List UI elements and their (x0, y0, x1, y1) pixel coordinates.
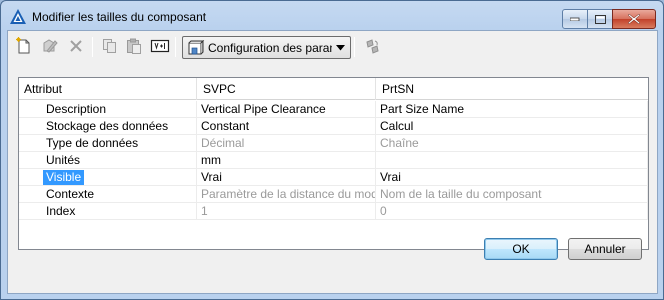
table-row[interactable]: Contexte Paramètre de la distance du mod… (19, 186, 648, 203)
toolbar-separator (354, 37, 355, 57)
refresh-button[interactable] (362, 36, 382, 56)
table-row[interactable]: Stockage des données Constant Calcul (19, 118, 648, 135)
edit-icon (43, 39, 58, 53)
prtsn-value-cell: 0 (376, 203, 648, 220)
maximize-icon (594, 14, 606, 24)
attribute-label-cell: Visible (19, 169, 197, 186)
toolbar-separator (92, 37, 93, 57)
svpc-value-cell[interactable]: Vertical Pipe Clearance (197, 101, 376, 118)
prtsn-value-cell: Nom de la taille du composant (376, 186, 648, 203)
ok-button[interactable]: OK (484, 238, 558, 260)
close-icon (628, 14, 640, 24)
title-bar[interactable]: Modifier les tailles du composant (1, 1, 663, 31)
prtsn-value-cell[interactable]: Vrai (376, 169, 648, 186)
dialog-client-area: Configuration des paran Attribut SVPC Pr… (7, 30, 658, 294)
column-header-prtsn[interactable]: PrtSN (376, 78, 648, 100)
paste-button[interactable] (124, 36, 144, 56)
new-icon (16, 37, 30, 54)
configuration-dropdown[interactable]: Configuration des paran (182, 36, 351, 59)
configuration-dropdown-label: Configuration des paran (208, 40, 332, 55)
autocad-logo-icon (10, 9, 26, 24)
delete-button[interactable] (66, 36, 86, 56)
prtsn-value-cell[interactable]: Calcul (376, 118, 648, 135)
prtsn-value-cell: Chaîne (376, 135, 648, 152)
cancel-button[interactable]: Annuler (568, 238, 642, 260)
svpc-value-cell[interactable]: mm (197, 152, 376, 169)
close-button[interactable] (612, 9, 656, 29)
maximize-button[interactable] (587, 9, 613, 29)
minimize-button[interactable] (562, 9, 588, 29)
attribute-label: Visible (43, 170, 85, 185)
table-row[interactable]: Type de données Décimal Chaîne (19, 135, 648, 152)
column-header-attribut[interactable]: Attribut (19, 78, 197, 100)
toolbar-separator (175, 37, 176, 57)
prtsn-value-cell[interactable] (376, 152, 648, 169)
copy-icon (103, 39, 116, 53)
attribute-label: Description (19, 101, 197, 118)
copy-button[interactable] (100, 36, 120, 56)
new-size-button[interactable] (14, 36, 34, 56)
delete-icon (70, 40, 82, 52)
svpc-value-cell[interactable]: Vrai (197, 169, 376, 186)
window-title: Modifier les tailles du composant (32, 10, 207, 24)
attribute-label: Contexte (19, 186, 197, 203)
attribute-label: Type de données (19, 135, 197, 152)
dialog-window: Modifier les tailles du composant Config… (0, 0, 664, 300)
part-config-icon (188, 39, 205, 54)
column-header-svpc[interactable]: SVPC (197, 78, 376, 100)
attribute-label: Index (19, 203, 197, 220)
prtsn-value-cell[interactable]: Part Size Name (376, 101, 648, 118)
rename-icon (150, 39, 170, 53)
table-row[interactable]: Unités mm (19, 152, 648, 169)
refresh-icon (366, 39, 379, 54)
table-row[interactable]: Index 1 0 (19, 203, 648, 220)
svpc-value-cell: Paramètre de la distance du modèle (197, 186, 376, 203)
attribute-label: Unités (19, 152, 197, 169)
svpc-value-cell: Décimal (197, 135, 376, 152)
grid-header: Attribut SVPC PrtSN (19, 78, 648, 100)
chevron-down-icon (336, 44, 345, 50)
edit-size-button[interactable] (40, 36, 60, 56)
paste-icon (127, 38, 141, 54)
rename-button[interactable] (150, 36, 170, 56)
svpc-value-cell[interactable]: Constant (197, 118, 376, 135)
table-row[interactable]: Description Vertical Pipe Clearance Part… (19, 101, 648, 118)
minimize-icon (570, 17, 580, 21)
sizes-grid: Attribut SVPC PrtSN Description Vertical… (18, 77, 649, 250)
svpc-value-cell: 1 (197, 203, 376, 220)
table-row-selected[interactable]: Visible Vrai Vrai (19, 169, 648, 186)
attribute-label: Stockage des données (19, 118, 197, 135)
toolbar: Configuration des paran (8, 31, 657, 63)
